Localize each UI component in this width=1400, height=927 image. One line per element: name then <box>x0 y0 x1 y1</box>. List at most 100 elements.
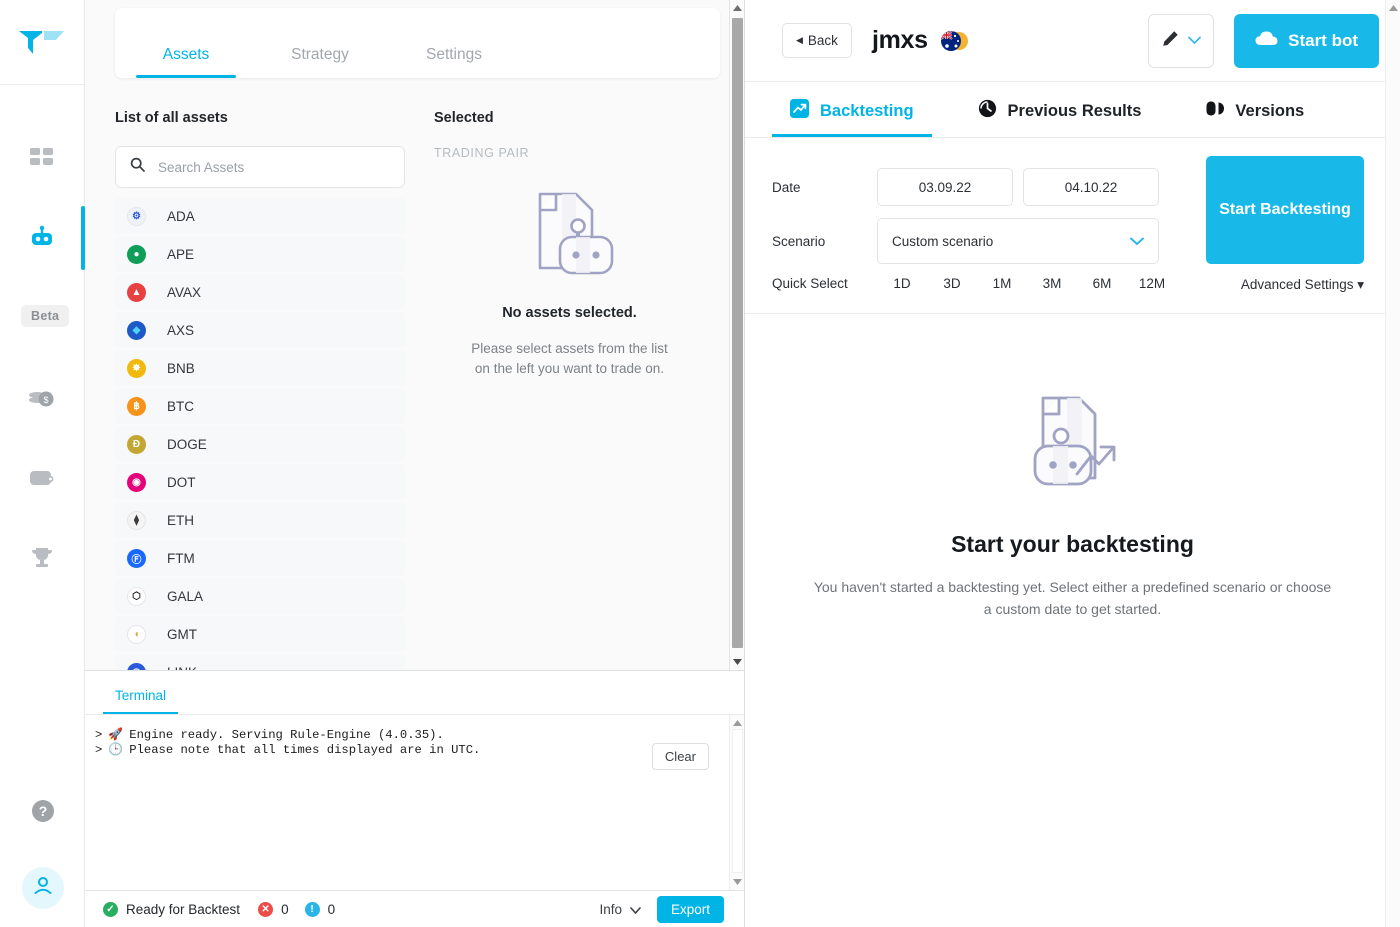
scrollbar-thumb[interactable] <box>732 18 743 648</box>
terminal-scrollbar-thumb[interactable] <box>732 729 743 873</box>
asset-row-avax[interactable]: ▲ AVAX <box>115 274 405 310</box>
terminal-line: > 🕒 Please note that all times displayed… <box>95 743 744 758</box>
quick-select-12m[interactable]: 12M <box>1127 276 1177 291</box>
tab-settings[interactable]: Settings <box>413 46 495 78</box>
date-from-input[interactable] <box>877 168 1013 206</box>
sidebar-item-dashboard[interactable] <box>0 118 85 198</box>
backtest-form: Date Scenario Custom scenario Quick Sele… <box>745 138 1400 314</box>
right-panel-scrollbar[interactable] <box>1385 0 1400 927</box>
terminal-output: > 🚀 Engine ready. Serving Rule-Engine (4… <box>85 715 744 890</box>
asset-label: APE <box>167 246 195 262</box>
quick-select-label: Quick Select <box>772 276 848 291</box>
sidebar-item-leaderboard[interactable] <box>0 518 85 598</box>
date-to-input[interactable] <box>1023 168 1159 206</box>
document-robot-chart-icon <box>1013 396 1133 502</box>
asset-row-eth[interactable]: ⧫ ETH <box>115 502 405 538</box>
editor-scroll-area: Assets Strategy Settings List of all ass… <box>85 0 744 670</box>
backtest-chart-icon <box>790 99 809 123</box>
app-logo[interactable] <box>0 0 84 85</box>
asset-row-ftm[interactable]: Ⓕ FTM <box>115 540 405 576</box>
quick-select-3m[interactable]: 3M <box>1027 276 1077 291</box>
tab-strategy[interactable]: Strategy <box>279 46 361 78</box>
asset-row-doge[interactable]: Đ DOGE <box>115 426 405 462</box>
scenario-select[interactable]: Custom scenario <box>877 218 1159 264</box>
asset-label: DOT <box>167 474 196 490</box>
check-circle-icon: ✓ <box>103 901 118 917</box>
info-level-select[interactable]: Info <box>599 902 641 917</box>
tab-versions[interactable]: Versions <box>1187 99 1322 137</box>
versions-icon <box>1205 99 1225 123</box>
chevron-down-icon <box>630 902 641 917</box>
app-root: $ Beta ? Assets Strategy Settings List o… <box>0 0 1400 927</box>
tab-backtesting[interactable]: Backtesting <box>772 99 932 137</box>
all-assets-pane: List of all assets ⚙ ADA ● APE ▲ AVAX ◆ AXS ✸ BNB… <box>115 110 405 670</box>
asset-row-ada[interactable]: ⚙ ADA <box>115 198 405 234</box>
terminal-scroll-down-icon[interactable] <box>730 874 744 890</box>
asset-row-link[interactable]: ◉LINK <box>115 654 405 670</box>
search-input[interactable] <box>158 159 390 175</box>
ape-coin-icon: ● <box>127 244 146 264</box>
editor-vertical-scrollbar[interactable] <box>729 0 744 670</box>
scroll-up-arrow-icon[interactable] <box>730 0 744 16</box>
quick-select-6m[interactable]: 6M <box>1077 276 1127 291</box>
terminal-prompt: > <box>95 728 103 742</box>
tab-assets[interactable]: Assets <box>136 46 236 78</box>
back-arrow-icon: ◀ <box>796 35 803 45</box>
avax-coin-icon: ▲ <box>127 282 146 302</box>
terminal-scrollbar[interactable] <box>729 715 744 890</box>
wallet-icon <box>28 467 56 489</box>
asset-row-btc[interactable]: ฿ BTC <box>115 388 405 424</box>
left-nav-rail: $ Beta ? <box>0 0 85 927</box>
back-button[interactable]: ◀ Back <box>782 23 852 58</box>
history-clock-icon <box>978 99 997 123</box>
clear-terminal-button[interactable]: Clear <box>651 743 709 770</box>
tab-terminal[interactable]: Terminal <box>102 688 179 714</box>
avatar[interactable] <box>21 867 64 909</box>
export-button[interactable]: Export <box>656 895 724 923</box>
tab-versions-label: Versions <box>1235 101 1305 120</box>
terminal-panel: Terminal > 🚀 Engine ready. Serving Rule-… <box>85 670 744 927</box>
status-ready: ✓ Ready for Backtest <box>103 901 240 917</box>
asset-row-dot[interactable]: ◉ DOT <box>115 464 405 500</box>
start-bot-button[interactable]: Start bot <box>1234 13 1379 68</box>
rail-bottom-group: ? <box>0 798 85 927</box>
selected-assets-pane: Selected TRADING PAIR No assets selected… <box>405 110 705 670</box>
terminal-text: Engine ready. Serving Rule-Engine (4.0.3… <box>129 728 444 742</box>
chevron-down-icon <box>1187 32 1201 50</box>
link-coin-icon: ◉ <box>127 662 146 670</box>
search-assets-box[interactable] <box>115 146 405 188</box>
quick-select-1d[interactable]: 1D <box>877 276 927 291</box>
error-count: 0 <box>281 901 289 917</box>
asset-list: ⚙ ADA ● APE ▲ AVAX ◆ AXS ✸ BNB ฿ BTC Đ DOGE ◉ DOT ⧫ ETH Ⓕ F… <box>115 198 405 670</box>
advanced-settings-toggle[interactable]: Advanced Settings ▾ <box>1206 277 1364 293</box>
sidebar-item-bots[interactable] <box>0 198 85 278</box>
asset-row-gala[interactable]: ⬡ GALA <box>115 578 405 614</box>
asset-row-ape[interactable]: ● APE <box>115 236 405 272</box>
asset-row-axs[interactable]: ◆ AXS <box>115 312 405 348</box>
quick-select-3d[interactable]: 3D <box>927 276 977 291</box>
beta-badge: Beta <box>21 305 70 327</box>
quick-select-1m[interactable]: 1M <box>977 276 1027 291</box>
selected-title: Selected <box>434 110 494 126</box>
sidebar-item-earnings[interactable]: $ <box>0 358 85 438</box>
asset-row-bnb[interactable]: ✸ BNB <box>115 350 405 386</box>
asset-label: BTC <box>167 398 194 414</box>
tab-previous-results[interactable]: Previous Results <box>960 99 1160 137</box>
info-count: 0 <box>327 901 336 917</box>
help-button[interactable]: ? <box>0 798 85 829</box>
backtest-empty-state: Start your backtesting You haven't start… <box>745 314 1400 620</box>
tab-backtesting-label: Backtesting <box>820 101 914 120</box>
sidebar-item-wallet[interactable] <box>0 438 85 518</box>
start-backtesting-button[interactable]: Start Backtesting <box>1206 156 1364 264</box>
asset-row-gmt[interactable]: ◖ GMT <box>115 616 405 652</box>
robot-icon <box>28 224 56 252</box>
rail-nav-items: $ <box>0 85 85 598</box>
gala-coin-icon: ⬡ <box>127 586 146 606</box>
right-scroll-up-icon[interactable] <box>1386 0 1400 16</box>
scroll-down-arrow-icon[interactable] <box>730 654 744 670</box>
doge-coin-icon: Đ <box>127 434 146 454</box>
backtest-empty-text-line2: a custom date to get started. <box>983 601 1162 617</box>
no-assets-title: No assets selected. <box>502 305 637 321</box>
edit-bot-button[interactable] <box>1148 13 1215 68</box>
backtest-empty-text-line1: You haven't started a backtesting yet. S… <box>813 579 1332 595</box>
